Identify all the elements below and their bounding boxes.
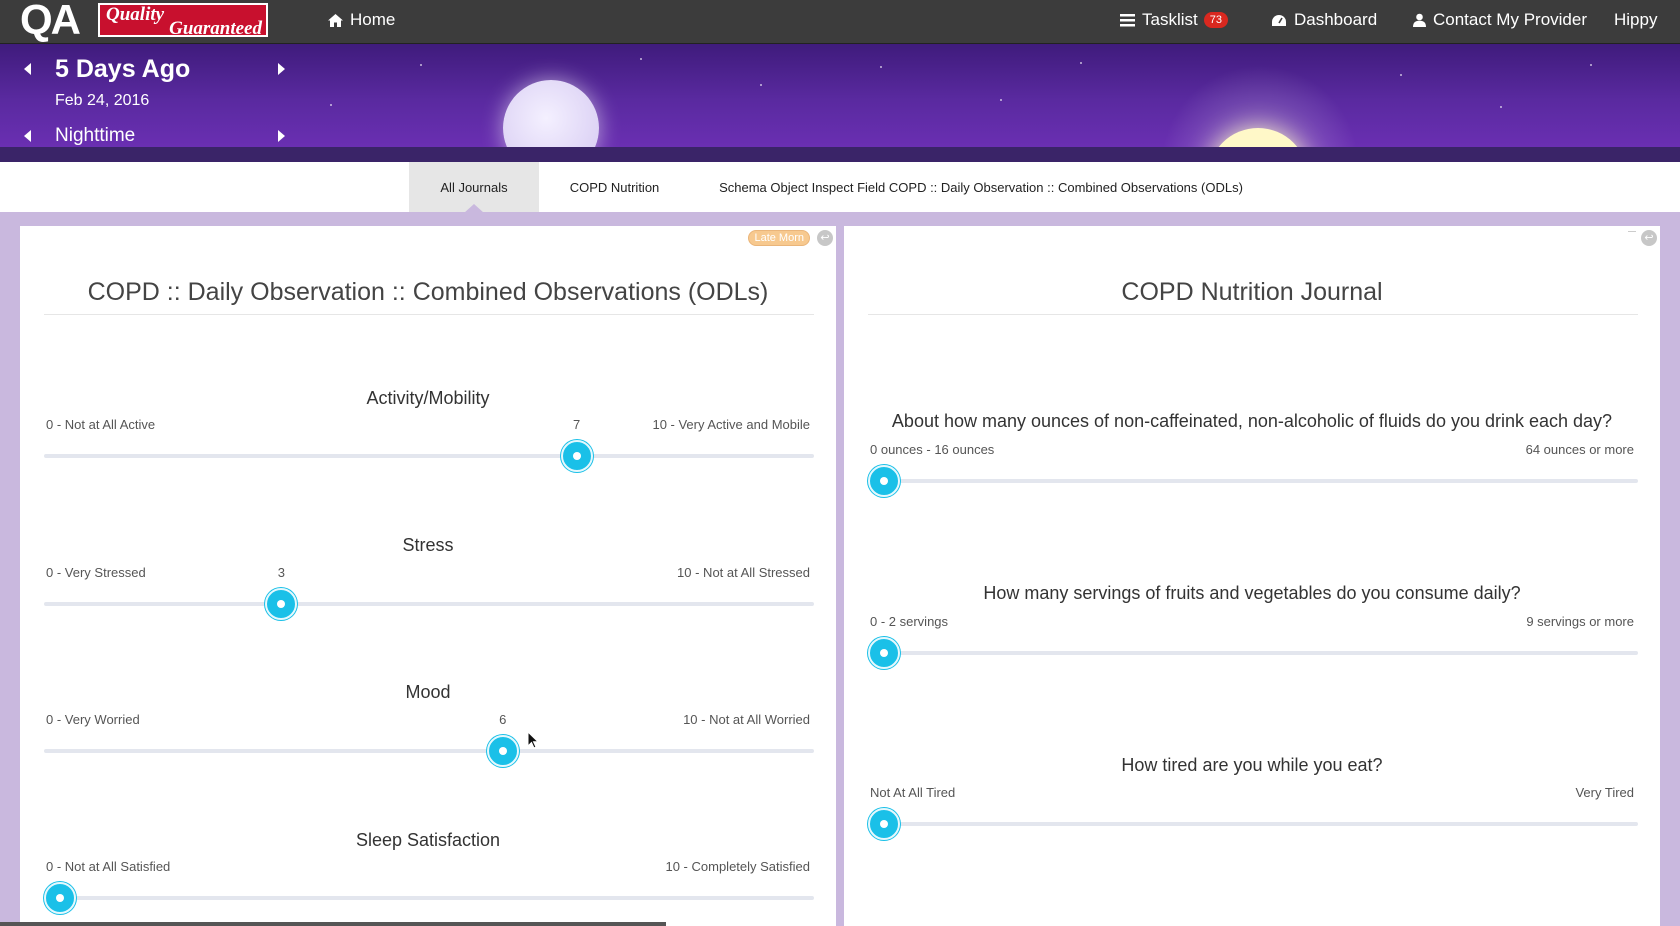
star xyxy=(420,64,422,66)
date-label: Feb 24, 2016 xyxy=(55,92,150,109)
minimize-mark xyxy=(1628,231,1636,232)
qa-logo[interactable]: QA Quality Guaranteed xyxy=(20,0,270,43)
star xyxy=(1500,106,1502,108)
star xyxy=(640,58,642,60)
mouse-cursor-icon xyxy=(528,732,540,749)
slider-track[interactable] xyxy=(44,602,814,606)
relative-day-label: 5 Days Ago xyxy=(55,55,191,83)
time-of-day-label: Nighttime xyxy=(55,125,136,146)
nav-user-name: Hippy xyxy=(1614,10,1658,29)
star xyxy=(1080,62,1082,64)
previous-time-arrow-icon[interactable] xyxy=(24,130,31,142)
logo-line1: Quality xyxy=(106,4,165,25)
user-md-icon xyxy=(1413,13,1426,27)
nav-tasklist-link[interactable]: Tasklist 73 xyxy=(1120,0,1228,40)
reply-icon[interactable]: ↩ xyxy=(1641,230,1657,246)
star xyxy=(1400,74,1402,76)
logo-line2: Guaranteed xyxy=(169,18,262,39)
fluids-slider-handle[interactable] xyxy=(868,465,900,497)
slider-min-label: 0 - Not at All Satisfied xyxy=(46,859,171,874)
next-time-arrow-icon[interactable] xyxy=(278,130,285,142)
panel-title: COPD :: Daily Observation :: Combined Ob… xyxy=(87,278,769,306)
slider-min-label: 0 - 2 servings xyxy=(870,614,949,629)
reply-icon[interactable]: ↩ xyxy=(817,230,833,246)
nav-dashboard-link[interactable]: Dashboard xyxy=(1271,0,1377,40)
slider-max-label: 10 - Not at All Worried xyxy=(683,712,810,727)
tab-copd-nutrition[interactable]: COPD Nutrition xyxy=(556,162,673,212)
slider-max-label: 10 - Very Active and Mobile xyxy=(652,417,810,432)
slider-min-label: 0 - Very Worried xyxy=(46,712,140,727)
hero-bottom-strip xyxy=(0,147,1680,162)
slider-min-label: 0 ounces - 16 ounces xyxy=(870,442,995,457)
star xyxy=(1000,99,1002,101)
slider-max-label: Very Tired xyxy=(1575,785,1634,800)
star xyxy=(330,104,332,106)
previous-day-arrow-icon[interactable] xyxy=(24,63,31,75)
question-title: Sleep Satisfaction xyxy=(355,830,501,850)
slider-track[interactable] xyxy=(44,896,814,900)
slider-min-label: 0 - Very Stressed xyxy=(46,565,146,580)
home-icon xyxy=(328,13,343,27)
late-morning-badge: Late Morn xyxy=(748,230,810,246)
nav-contact-provider-label: Contact My Provider xyxy=(1433,10,1587,29)
tiredness-slider-handle[interactable] xyxy=(868,808,900,840)
slider-track[interactable] xyxy=(44,454,814,458)
list-icon xyxy=(1120,13,1135,26)
question-title: How many servings of fruits and vegetabl… xyxy=(983,583,1521,603)
panel-title: COPD Nutrition Journal xyxy=(1121,278,1383,306)
slider-min-label: Not At All Tired xyxy=(870,785,956,800)
day-hero-banner: 5 Days Ago Feb 24, 2016 Nighttime xyxy=(0,44,1680,147)
star xyxy=(880,66,882,68)
nav-home-link[interactable]: Home xyxy=(328,0,395,40)
top-navbar: QA Quality Guaranteed Home Tasklist 73 D… xyxy=(0,0,1680,44)
question-title: About how many ounces of non-caffeinated… xyxy=(891,411,1613,431)
slider-max-label: 10 - Not at All Stressed xyxy=(677,565,810,580)
moon-illustration xyxy=(503,80,599,147)
activity-slider-handle[interactable] xyxy=(560,440,593,472)
slider-max-label: 64 ounces or more xyxy=(1525,442,1634,457)
slider-max-label: 10 - Completely Satisfied xyxy=(665,859,810,874)
daily-observation-panel: Late Morn ↩ COPD :: Daily Observation ::… xyxy=(20,226,836,926)
slider-track[interactable] xyxy=(868,479,1638,483)
next-day-arrow-icon[interactable] xyxy=(278,63,285,75)
servings-slider-handle[interactable] xyxy=(868,637,900,669)
nav-home-label: Home xyxy=(350,10,396,29)
star xyxy=(760,84,762,86)
question-title: Stress xyxy=(402,535,454,555)
tasklist-count-badge: 73 xyxy=(1203,12,1228,28)
nav-dashboard-label: Dashboard xyxy=(1294,10,1378,29)
horizontal-scrollbar[interactable] xyxy=(0,922,666,926)
question-title: Mood xyxy=(405,682,451,702)
star xyxy=(1590,64,1592,66)
journal-tab-bar: All Journals COPD Nutrition Schema Objec… xyxy=(0,162,1680,213)
logo-banner: Quality Guaranteed xyxy=(98,3,268,39)
slider-track[interactable] xyxy=(868,651,1638,655)
mood-slider-handle[interactable] xyxy=(486,735,519,767)
tab-schema-object-inspect[interactable]: Schema Object Inspect Field COPD :: Dail… xyxy=(710,162,1252,212)
slider-track[interactable] xyxy=(44,749,814,753)
panel-divider xyxy=(868,314,1638,315)
slider-max-label: 9 servings or more xyxy=(1526,614,1634,629)
dashboard-icon xyxy=(1272,14,1286,26)
logo-qa-text: QA xyxy=(20,0,81,43)
question-title: Activity/Mobility xyxy=(366,388,490,408)
question-title: How tired are you while you eat? xyxy=(1121,755,1383,775)
nav-tasklist-label: Tasklist xyxy=(1142,10,1198,29)
tab-all-journals[interactable]: All Journals xyxy=(409,162,539,213)
slider-track[interactable] xyxy=(868,822,1638,826)
nav-contact-provider-link[interactable]: Contact My Provider xyxy=(1413,0,1587,40)
slider-min-label: 0 - Not at All Active xyxy=(46,417,156,432)
sleep-slider-handle[interactable] xyxy=(44,882,76,914)
slider-value-label: 6 xyxy=(499,712,507,727)
stress-slider-handle[interactable] xyxy=(265,588,298,620)
nav-user-menu[interactable]: Hippy xyxy=(1614,0,1657,40)
slider-value-label: 3 xyxy=(277,565,285,580)
panel-divider xyxy=(44,314,814,315)
nutrition-journal-panel: ↩ COPD Nutrition Journal About how many … xyxy=(844,226,1660,926)
slider-value-label: 7 xyxy=(572,417,581,432)
